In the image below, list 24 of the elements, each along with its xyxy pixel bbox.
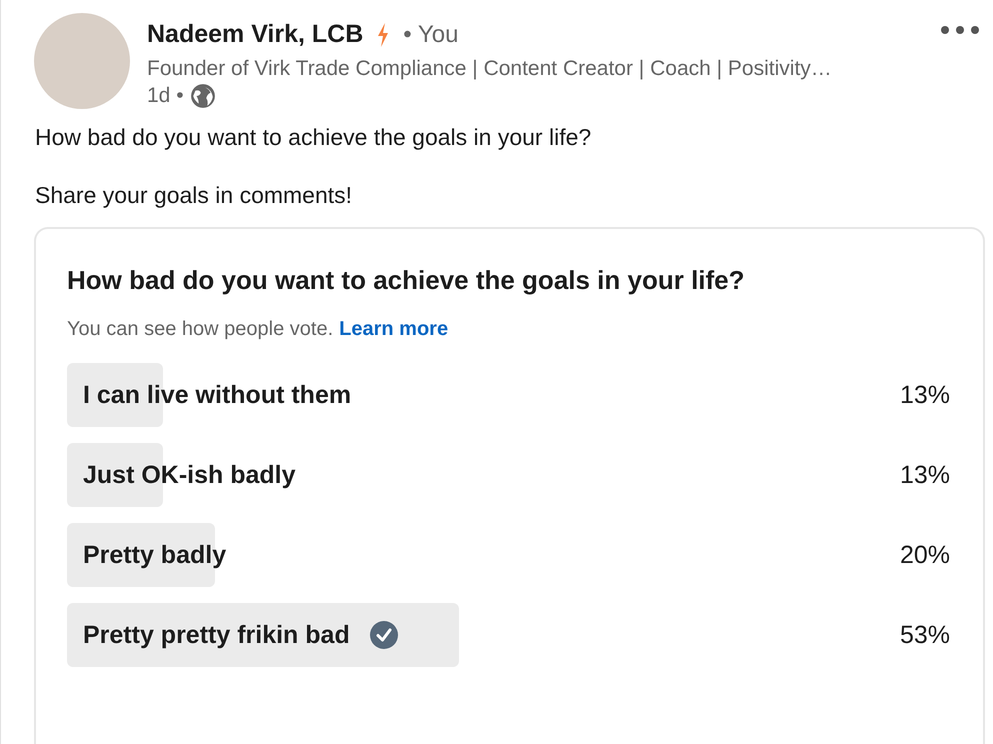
author-name[interactable]: Nadeem Virk, LCB [147, 20, 364, 49]
option-percent: 13% [900, 380, 950, 410]
connection-degree: • You [403, 20, 458, 48]
option-label: Pretty pretty frikin bad [83, 620, 350, 650]
poll-option[interactable]: Just OK-ish badly [67, 443, 807, 507]
learn-more-link[interactable]: Learn more [339, 318, 448, 340]
globe-icon [190, 83, 216, 109]
option-percent: 53% [900, 620, 950, 650]
poll-option[interactable]: Pretty pretty frikin bad [67, 603, 807, 667]
post-text: Share your goals in comments! [35, 181, 354, 210]
post-time: 1d • [147, 84, 184, 108]
post-text: How bad do you want to achieve the goals in your life? [35, 123, 592, 152]
author-headline: Founder of Virk Trade Compliance | Content Creator | Coach | Positivity… [147, 57, 832, 81]
poll-option[interactable]: Pretty badly [67, 523, 807, 587]
option-label: Pretty badly [83, 540, 226, 570]
poll-note: You can see how people vote. [67, 318, 334, 340]
more-options-icon[interactable] [940, 25, 980, 35]
lightning-bolt-icon [377, 22, 390, 46]
option-percent: 13% [900, 460, 950, 490]
option-percent: 20% [900, 540, 950, 570]
poll-option[interactable]: I can live without them [67, 363, 807, 427]
poll-question: How bad do you want to achieve the goals in your life? [67, 265, 746, 296]
option-label: I can live without them [83, 380, 352, 410]
option-label: Just OK-ish badly [83, 460, 296, 490]
